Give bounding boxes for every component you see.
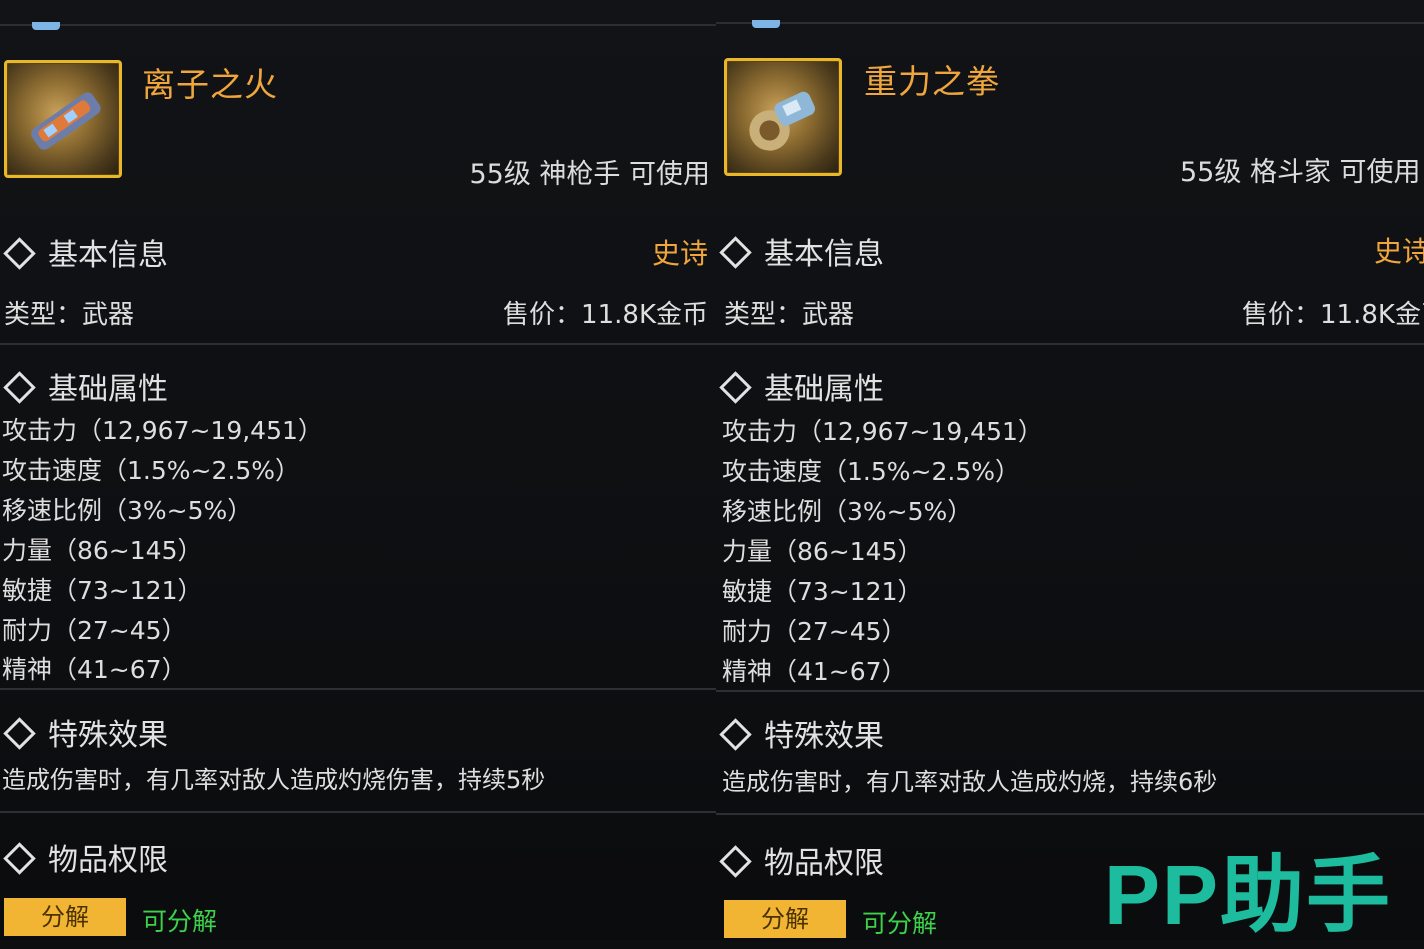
item-requirement: 55级 格斗家 可使用	[1180, 157, 1421, 188]
attribute-line: 攻击速度（1.5%~2.5%）	[2, 456, 300, 485]
attribute-line: 力量（86~145）	[722, 537, 923, 566]
divider	[716, 690, 1424, 692]
attribute-line: 耐力（27~45）	[722, 617, 907, 646]
rarity-label: 史诗	[651, 237, 708, 270]
item-type: 类型：武器	[4, 300, 135, 330]
rarity-label: 史诗	[1374, 235, 1424, 268]
diamond-icon	[3, 842, 36, 875]
section-title: 物品权限	[764, 846, 884, 881]
decompose-status: 可分解	[142, 907, 218, 936]
watermark-logo: PP助手	[1104, 848, 1393, 942]
diamond-icon	[719, 845, 752, 878]
decompose-badge[interactable]: 分解	[4, 898, 126, 936]
divider	[0, 811, 716, 813]
tab-marker	[32, 22, 60, 30]
diamond-icon	[719, 371, 752, 404]
section-item-permission: 物品权限	[716, 838, 884, 882]
attribute-line: 精神（41~67）	[722, 657, 907, 686]
top-divider	[0, 24, 716, 26]
attribute-line: 敏捷（73~121）	[722, 577, 923, 606]
section-title: 基础属性	[48, 372, 168, 407]
attribute-line: 力量（86~145）	[2, 536, 203, 565]
attribute-line: 移速比例（3%~5%）	[722, 497, 973, 526]
attribute-line: 敏捷（73~121）	[2, 576, 203, 605]
diamond-icon	[719, 236, 752, 269]
decompose-status: 可分解	[862, 909, 938, 938]
section-title: 特殊效果	[48, 718, 168, 753]
divider	[0, 343, 716, 345]
attribute-line: 精神（41~67）	[2, 655, 187, 684]
item-name: 离子之火	[142, 65, 278, 104]
attribute-line: 移速比例（3%~5%）	[2, 496, 253, 525]
tab-marker	[752, 20, 780, 28]
item-tooltip-right: 重力之拳 55级 格斗家 可使用 基本信息 史诗 类型：武器 售价：11.8K金…	[716, 0, 1424, 940]
attribute-line: 攻击速度（1.5%~2.5%）	[722, 457, 1020, 486]
section-title: 基础属性	[764, 372, 884, 407]
section-base-attributes: 基础属性	[716, 364, 884, 408]
item-type: 类型：武器	[724, 300, 855, 330]
section-basic-info: 基本信息	[0, 230, 168, 274]
section-title: 特殊效果	[764, 719, 884, 754]
effect-description: 造成伤害时，有几率对敌人造成灼烧，持续6秒	[722, 768, 1218, 796]
item-name: 重力之拳	[864, 62, 1000, 101]
section-base-attributes: 基础属性	[0, 364, 168, 408]
section-basic-info: 基本信息	[716, 229, 884, 273]
section-title: 物品权限	[48, 843, 168, 878]
section-special-effect: 特殊效果	[0, 710, 168, 754]
gravity-fist-weapon-icon[interactable]	[724, 58, 842, 176]
diamond-icon	[3, 717, 36, 750]
divider	[716, 813, 1424, 815]
divider	[716, 343, 1424, 345]
section-title: 基本信息	[764, 237, 884, 272]
item-requirement: 55级 神枪手 可使用	[469, 159, 710, 190]
diamond-icon	[3, 371, 36, 404]
item-price: 售价：11.8K金币	[1242, 300, 1424, 330]
divider	[0, 688, 716, 690]
decompose-badge[interactable]: 分解	[724, 900, 846, 938]
section-item-permission: 物品权限	[0, 835, 168, 879]
ion-fire-weapon-icon[interactable]	[4, 60, 122, 178]
item-price: 售价：11.8K金币	[503, 300, 708, 330]
section-title: 基本信息	[48, 238, 168, 273]
attribute-line: 攻击力（12,967~19,451）	[2, 416, 323, 445]
effect-description: 造成伤害时，有几率对敌人造成灼烧伤害，持续5秒	[2, 766, 546, 794]
diamond-icon	[3, 237, 36, 270]
attribute-line: 耐力（27~45）	[2, 616, 187, 645]
top-divider	[716, 22, 1424, 24]
diamond-icon	[719, 718, 752, 751]
attribute-line: 攻击力（12,967~19,451）	[722, 417, 1043, 446]
item-tooltip-left: 离子之火 55级 神枪手 可使用 基本信息 史诗 类型：武器 售价：11.8K金…	[0, 0, 716, 940]
section-special-effect: 特殊效果	[716, 711, 884, 755]
